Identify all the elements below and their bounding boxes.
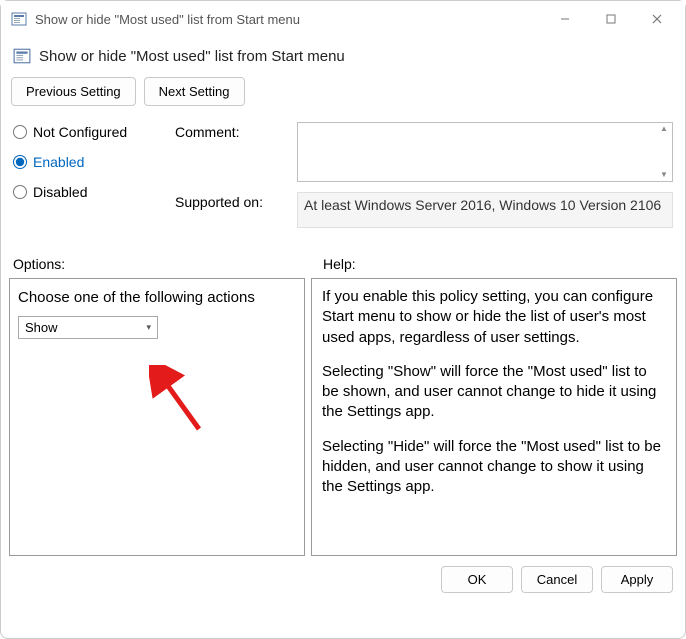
radio-not-configured-input[interactable] bbox=[13, 125, 27, 139]
radio-label: Not Configured bbox=[33, 124, 127, 140]
help-label: Help: bbox=[315, 256, 673, 272]
help-paragraph: Selecting "Show" will force the "Most us… bbox=[322, 362, 666, 423]
chevron-down-icon: ▾ bbox=[146, 322, 151, 333]
state-radio-group: Not Configured Enabled Disabled bbox=[13, 122, 171, 200]
page-title: Show or hide "Most used" list from Start… bbox=[39, 48, 345, 65]
window-title: Show or hide "Most used" list from Start… bbox=[35, 12, 543, 27]
radio-disabled[interactable]: Disabled bbox=[13, 184, 171, 200]
apply-button[interactable]: Apply bbox=[601, 566, 673, 593]
window-controls bbox=[543, 4, 679, 34]
options-panel: Choose one of the following actions Show… bbox=[9, 278, 305, 556]
minimize-button[interactable] bbox=[543, 4, 587, 34]
help-paragraph: If you enable this policy setting, you c… bbox=[322, 287, 666, 348]
maximize-button[interactable] bbox=[589, 4, 633, 34]
radio-disabled-input[interactable] bbox=[13, 185, 27, 199]
radio-enabled[interactable]: Enabled bbox=[13, 154, 171, 170]
supported-on-value: At least Windows Server 2016, Windows 10… bbox=[297, 192, 673, 228]
scroll-up-icon[interactable]: ▲ bbox=[658, 124, 670, 134]
cancel-button[interactable]: Cancel bbox=[521, 566, 593, 593]
header: Show or hide "Most used" list from Start… bbox=[9, 37, 677, 73]
comment-textarea[interactable]: ▲ ▼ bbox=[297, 122, 673, 182]
action-select[interactable]: Show ▾ bbox=[18, 316, 158, 339]
policy-icon bbox=[11, 11, 27, 27]
previous-setting-button[interactable]: Previous Setting bbox=[11, 77, 136, 106]
action-select-value: Show bbox=[25, 320, 58, 335]
titlebar: Show or hide "Most used" list from Start… bbox=[1, 1, 685, 37]
help-panel: If you enable this policy setting, you c… bbox=[311, 278, 677, 556]
radio-not-configured[interactable]: Not Configured bbox=[13, 124, 171, 140]
scroll-down-icon[interactable]: ▼ bbox=[658, 170, 670, 180]
policy-icon bbox=[13, 47, 31, 65]
ok-button[interactable]: OK bbox=[441, 566, 513, 593]
options-prompt: Choose one of the following actions bbox=[18, 289, 296, 306]
help-paragraph: Selecting "Hide" will force the "Most us… bbox=[322, 437, 666, 498]
radio-label: Enabled bbox=[33, 154, 84, 170]
radio-enabled-input[interactable] bbox=[13, 155, 27, 169]
supported-on-label: Supported on: bbox=[175, 192, 293, 210]
comment-label: Comment: bbox=[175, 122, 293, 140]
options-label: Options: bbox=[13, 256, 315, 272]
next-setting-button[interactable]: Next Setting bbox=[144, 77, 245, 106]
radio-label: Disabled bbox=[33, 184, 87, 200]
dialog-footer: OK Cancel Apply bbox=[9, 556, 677, 593]
nav-buttons: Previous Setting Next Setting bbox=[9, 73, 677, 118]
close-button[interactable] bbox=[635, 4, 679, 34]
